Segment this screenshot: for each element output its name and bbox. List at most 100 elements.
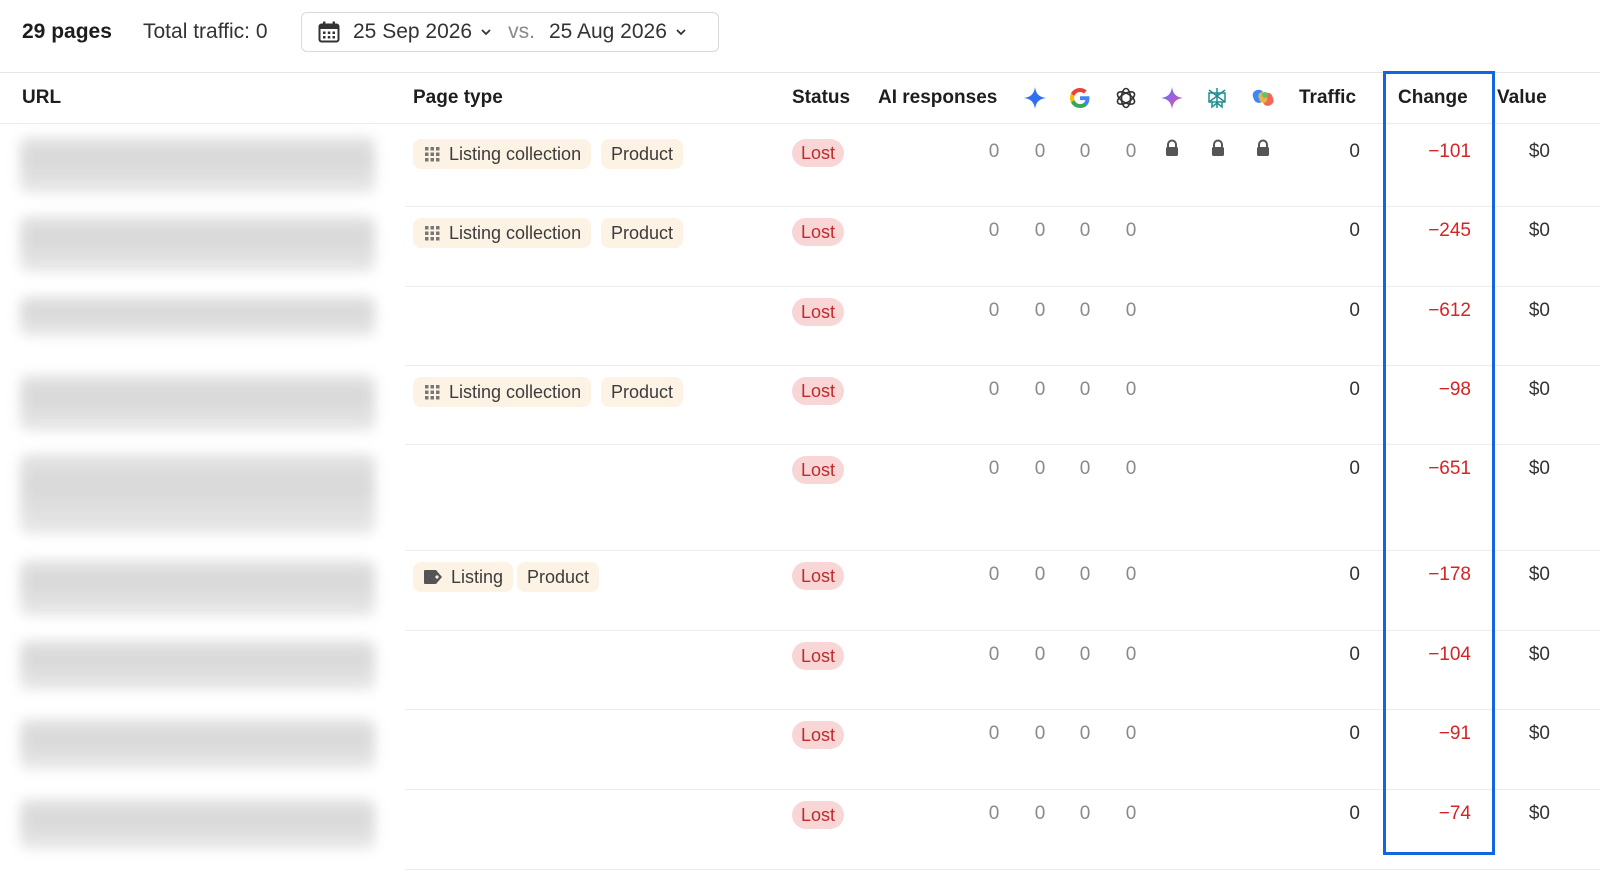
top-bar: 29 pages Total traffic: 0 25 Sep 2026 vs… xyxy=(0,0,1600,73)
page-type-tag-label: Listing collection xyxy=(449,144,582,164)
traffic-value: 0 xyxy=(1349,300,1360,321)
value-amount: $0 xyxy=(1528,458,1550,479)
comparison-separator: vs. xyxy=(508,20,535,43)
current-date: 25 Sep 2026 xyxy=(353,20,473,43)
value-amount: $0 xyxy=(1528,141,1550,162)
url-cell-redacted[interactable] xyxy=(20,560,375,616)
grid-icon xyxy=(425,146,440,162)
value-amount: $0 xyxy=(1528,644,1550,665)
url-cell-redacted[interactable] xyxy=(20,375,375,431)
ai-response-count: 0 xyxy=(1079,141,1091,162)
google-icon[interactable] xyxy=(1068,86,1092,110)
calendar-icon xyxy=(318,21,340,43)
gemini-icon[interactable] xyxy=(1023,86,1047,110)
ai-response-count: 0 xyxy=(1125,220,1137,241)
ai-response-count: 0 xyxy=(1034,220,1046,241)
ai-response-count: 0 xyxy=(1079,564,1091,585)
url-cell-redacted[interactable] xyxy=(20,137,375,193)
url-cell-redacted[interactable] xyxy=(20,296,375,336)
ai-response-count: 0 xyxy=(1034,300,1046,321)
traffic-value: 0 xyxy=(1349,220,1360,241)
column-change[interactable]: Change xyxy=(1398,87,1468,109)
change-value: −74 xyxy=(1438,803,1471,824)
column-value[interactable]: Value xyxy=(1497,87,1547,109)
ai-response-count: 0 xyxy=(1125,644,1137,665)
status-badge: Lost xyxy=(792,642,845,670)
ai-response-count: 0 xyxy=(1079,458,1091,479)
traffic-value: 0 xyxy=(1349,458,1360,479)
change-value: −612 xyxy=(1428,300,1471,321)
page-type-tag-label: Product xyxy=(611,382,674,402)
ai-response-count: 0 xyxy=(1079,300,1091,321)
table-row[interactable] xyxy=(405,286,1600,366)
ai-response-count: 0 xyxy=(988,564,1000,585)
value-amount: $0 xyxy=(1528,220,1550,241)
ai-response-count: 0 xyxy=(988,379,1000,400)
chevron-down-icon xyxy=(676,29,686,36)
page-type-tag-label: Listing collection xyxy=(449,223,582,243)
page-type-tag: Product xyxy=(601,218,684,248)
date-range-picker[interactable]: 25 Sep 2026 vs. 25 Aug 2026 xyxy=(301,12,719,52)
ai-response-count: 0 xyxy=(1125,300,1137,321)
traffic-value: 0 xyxy=(1349,141,1360,162)
ai-response-count: 0 xyxy=(1034,379,1046,400)
status-badge: Lost xyxy=(792,377,845,405)
grid-icon xyxy=(425,384,440,400)
column-ai-responses[interactable]: AI responses xyxy=(878,87,997,109)
ai-response-count: 0 xyxy=(1034,564,1046,585)
change-value: −651 xyxy=(1428,458,1471,479)
value-amount: $0 xyxy=(1528,300,1550,321)
chevron-down-icon xyxy=(481,29,491,36)
page-type-tag-label: Product xyxy=(611,223,674,243)
page-type-tag: Product xyxy=(601,377,684,407)
page-type-tag-label: Product xyxy=(611,144,674,164)
lock-icon xyxy=(1257,139,1269,156)
column-status[interactable]: Status xyxy=(792,87,850,109)
url-cell-redacted[interactable] xyxy=(20,216,375,272)
lock-icon xyxy=(1212,139,1224,156)
value-amount: $0 xyxy=(1528,379,1550,400)
ai-response-count: 0 xyxy=(988,141,1000,162)
perplexity-icon[interactable] xyxy=(1205,86,1229,110)
lock-icon xyxy=(1166,139,1178,156)
ai-response-count: 0 xyxy=(1079,379,1091,400)
url-cell-redacted[interactable] xyxy=(20,454,375,534)
url-cell-redacted[interactable] xyxy=(20,640,375,690)
change-value: −98 xyxy=(1438,379,1471,400)
column-traffic[interactable]: Traffic xyxy=(1299,87,1356,109)
status-badge: Lost xyxy=(792,721,845,749)
ai-response-count: 0 xyxy=(988,644,1000,665)
traffic-value: 0 xyxy=(1349,723,1360,744)
url-cell-redacted[interactable] xyxy=(20,719,375,769)
total-traffic: Total traffic: 0 xyxy=(143,20,268,43)
ai-response-count: 0 xyxy=(1079,644,1091,665)
value-amount: $0 xyxy=(1528,803,1550,824)
table-row[interactable] xyxy=(405,630,1600,710)
gemini-alt-icon[interactable] xyxy=(1160,86,1184,110)
table-header: URL Page type Status AI responses Traffi… xyxy=(0,73,1600,124)
table-row[interactable] xyxy=(405,789,1600,870)
url-cell-redacted[interactable] xyxy=(20,799,375,849)
ai-response-count: 0 xyxy=(1125,379,1137,400)
status-badge: Lost xyxy=(792,456,845,484)
status-badge: Lost xyxy=(792,298,845,326)
ai-response-count: 0 xyxy=(988,300,1000,321)
traffic-value: 0 xyxy=(1349,644,1360,665)
grid-icon xyxy=(425,225,440,241)
table-row[interactable] xyxy=(405,709,1600,790)
page-type-tag: Listing collection xyxy=(413,139,592,169)
change-value: −178 xyxy=(1428,564,1471,585)
change-value: −245 xyxy=(1428,220,1471,241)
tag-icon xyxy=(424,569,442,584)
column-page-type[interactable]: Page type xyxy=(413,87,503,109)
ai-response-count: 0 xyxy=(1034,141,1046,162)
column-url[interactable]: URL xyxy=(22,87,61,109)
ai-response-count: 0 xyxy=(1125,564,1137,585)
status-badge: Lost xyxy=(792,218,845,246)
copilot-icon[interactable] xyxy=(1251,86,1275,110)
traffic-value: 0 xyxy=(1349,379,1360,400)
chatgpt-icon[interactable] xyxy=(1114,86,1138,110)
page-type-tag: Product xyxy=(517,562,600,592)
change-value: −91 xyxy=(1438,723,1471,744)
page-type-tag: Listing xyxy=(413,562,514,592)
